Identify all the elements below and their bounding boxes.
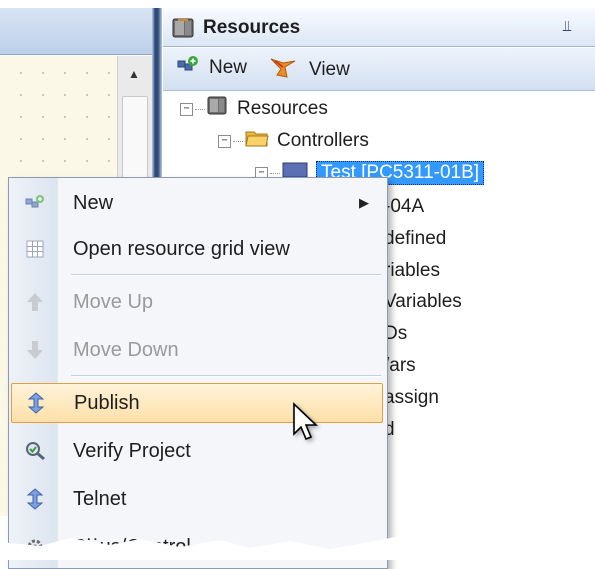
menu-item-verify-project[interactable]: Verify Project: [11, 431, 383, 471]
context-menu: New ▶ Open resource grid view Move Up Mo…: [8, 177, 388, 569]
arrow-down-icon: [11, 340, 59, 360]
menu-separator: [71, 274, 381, 276]
tree-connector: [233, 140, 243, 142]
menu-label-publish: Publish: [74, 391, 140, 414]
mouse-cursor-icon: [293, 402, 318, 441]
tree-node-controllers[interactable]: − Controllers: [218, 126, 369, 156]
resources-cabinet-icon: [207, 96, 229, 122]
torn-edge: [0, 536, 595, 560]
tree-label-resources: Resources: [237, 98, 328, 119]
toolbar-new-label: New: [209, 57, 248, 78]
new-icon: [11, 194, 59, 212]
toolbar-view-button[interactable]: View: [269, 55, 350, 85]
collapse-icon[interactable]: −: [180, 102, 193, 116]
menu-label-telnet: Telnet: [73, 487, 127, 510]
tree-label-partial: defined: [384, 228, 447, 249]
arrow-up-icon: [11, 292, 59, 312]
menu-label-move-down: Move Down: [73, 338, 179, 361]
scroll-up-icon[interactable]: ▲: [122, 60, 146, 88]
folder-icon: [245, 128, 269, 154]
pin-icon[interactable]: ⫫: [563, 18, 571, 35]
telnet-icon: [11, 488, 59, 510]
menu-label-open-resource-grid-view: Open resource grid view: [73, 237, 290, 260]
menu-separator: [71, 375, 381, 377]
tree-label-partial: Variables: [384, 291, 462, 312]
publish-icon: [12, 392, 60, 414]
menu-label-move-up: Move Up: [73, 290, 154, 313]
tree-label-partial: /ars: [384, 355, 416, 376]
menu-item-new[interactable]: New ▶: [11, 183, 383, 223]
tree-label-partial: assign: [384, 387, 439, 408]
toolbar-new-button[interactable]: New: [177, 55, 247, 81]
editor-title-bar: [0, 8, 155, 55]
collapse-icon[interactable]: −: [218, 134, 231, 148]
menu-item-move-down[interactable]: Move Down: [11, 330, 383, 370]
menu-label-new: New: [73, 191, 114, 214]
view-icon: [269, 55, 299, 85]
menu-item-open-resource-grid-view[interactable]: Open resource grid view: [11, 229, 383, 269]
toolbar-view-label: View: [309, 59, 350, 80]
tree-label-controllers: Controllers: [277, 130, 369, 151]
resources-panel-header: Resources ⫫: [163, 8, 595, 47]
grid-view-icon: [11, 240, 59, 258]
menu-label-verify-project: Verify Project: [73, 439, 191, 462]
tree-label-partial: riables: [384, 260, 440, 281]
tree-connector: [195, 108, 205, 110]
menu-item-publish[interactable]: Publish: [11, 383, 383, 423]
tree-node-resources[interactable]: − Resources: [180, 94, 328, 124]
menu-item-move-up[interactable]: Move Up: [11, 282, 383, 322]
resources-cabinet-icon: [172, 17, 196, 44]
new-resource-icon: [177, 55, 199, 81]
verify-icon: [11, 441, 59, 461]
tree-label-partial: -04A: [384, 196, 425, 217]
submenu-arrow-icon: ▶: [359, 195, 369, 210]
tree-connector: [270, 172, 280, 174]
resources-toolbar: New View: [163, 48, 595, 91]
resources-panel-title: Resources: [203, 17, 301, 38]
